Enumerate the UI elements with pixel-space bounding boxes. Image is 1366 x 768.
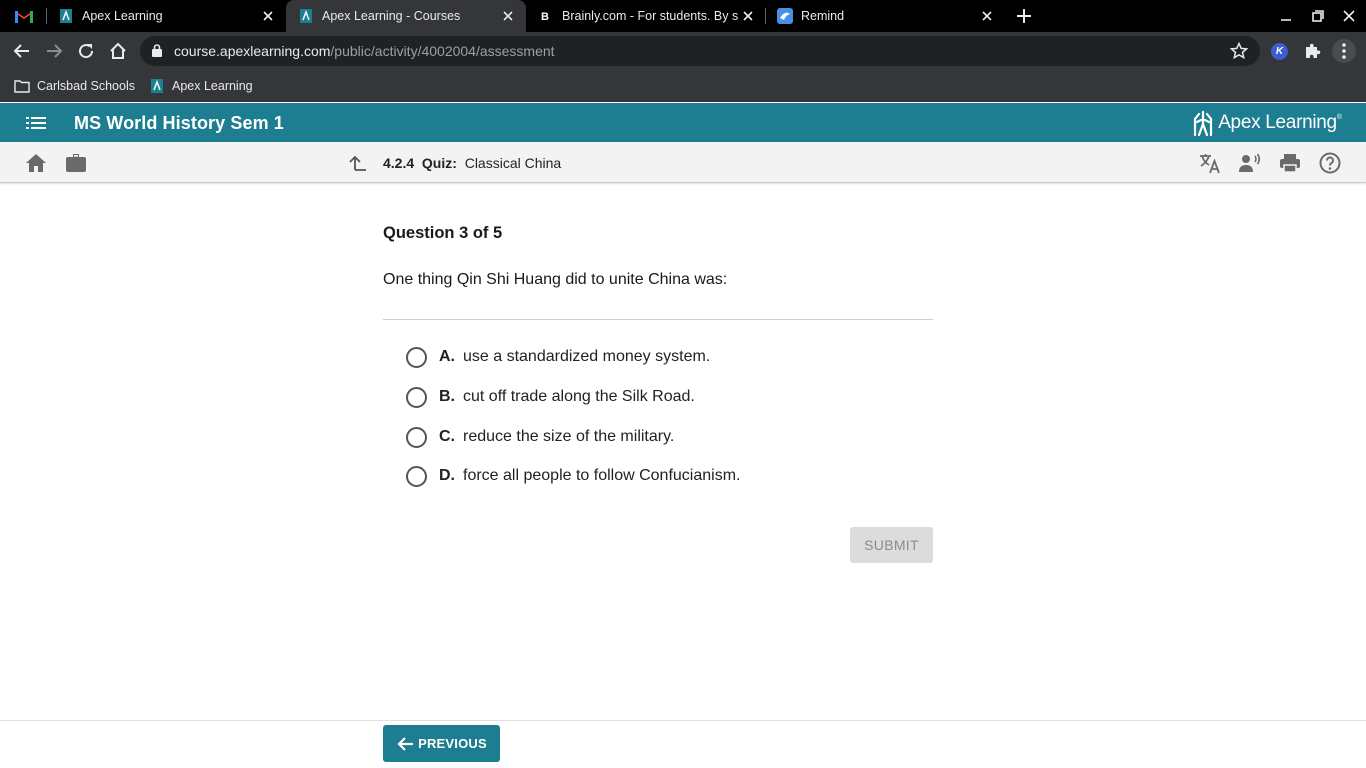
tab-title: Remind bbox=[801, 9, 845, 23]
apex-logo-trademark: ® bbox=[1336, 114, 1342, 121]
apex-favicon-icon bbox=[298, 8, 314, 24]
apex-logo-text: Apex Learning bbox=[1218, 112, 1337, 133]
folder-icon bbox=[14, 78, 30, 94]
home-icon[interactable] bbox=[106, 39, 130, 63]
new-tab-icon[interactable] bbox=[1014, 6, 1034, 26]
close-tab-icon[interactable] bbox=[258, 6, 278, 26]
lock-icon[interactable] bbox=[152, 44, 162, 62]
option-text: cut off trade along the Silk Road. bbox=[463, 388, 695, 405]
url-host: course.apexlearning.com bbox=[174, 43, 331, 59]
quiz-panel: Question 3 of 5 One thing Qin Shi Huang … bbox=[383, 224, 933, 289]
option-letter: D. bbox=[439, 467, 455, 484]
answer-option-a[interactable]: A. use a standardized money system. bbox=[406, 345, 710, 369]
up-level-icon[interactable] bbox=[347, 152, 369, 174]
option-letter: A. bbox=[439, 348, 455, 365]
arrow-left-icon bbox=[397, 736, 414, 751]
restore-icon[interactable] bbox=[1308, 6, 1328, 26]
activity-name: Classical China bbox=[464, 155, 562, 171]
option-letter: B. bbox=[439, 388, 455, 405]
submit-button[interactable]: SUBMIT bbox=[850, 527, 933, 563]
radio-button[interactable] bbox=[406, 346, 427, 368]
answer-option-b[interactable]: B. cut off trade along the Silk Road. bbox=[406, 385, 695, 409]
bookmark-label: Apex Learning bbox=[172, 79, 253, 93]
gmail-icon[interactable] bbox=[14, 8, 34, 24]
translate-icon[interactable] bbox=[1199, 152, 1221, 174]
url-path: /public/activity/4002004/assessment bbox=[330, 43, 555, 59]
radio-button[interactable] bbox=[406, 465, 427, 487]
tab-brainly[interactable]: B Brainly.com - For students. By st bbox=[526, 0, 766, 32]
footer-divider bbox=[0, 720, 1366, 721]
tab-apex-courses[interactable]: Apex Learning - Courses bbox=[286, 0, 526, 32]
print-icon[interactable] bbox=[1279, 152, 1301, 174]
close-tab-icon[interactable] bbox=[738, 6, 758, 26]
apex-favicon-icon bbox=[58, 8, 74, 24]
close-tab-icon[interactable] bbox=[498, 6, 518, 26]
text-to-speech-icon[interactable] bbox=[1239, 152, 1261, 174]
bookmark-apex-learning[interactable]: Apex Learning bbox=[149, 77, 253, 95]
close-window-icon[interactable] bbox=[1339, 6, 1359, 26]
browser-menu-icon[interactable] bbox=[1332, 39, 1356, 63]
tab-apex-learning[interactable]: Apex Learning bbox=[46, 0, 286, 32]
minimize-icon[interactable] bbox=[1276, 6, 1296, 26]
back-icon[interactable] bbox=[10, 39, 34, 63]
tab-title: Apex Learning - Courses bbox=[322, 9, 461, 23]
previous-label: PREVIOUS bbox=[418, 736, 487, 751]
question-text: One thing Qin Shi Huang did to unite Chi… bbox=[383, 271, 728, 288]
apex-logo[interactable]: Apex Learning ® bbox=[1192, 109, 1342, 137]
course-title: MS World History Sem 1 bbox=[74, 113, 284, 133]
question-progress: Question 3 of 5 bbox=[383, 224, 503, 242]
radio-button[interactable] bbox=[406, 386, 427, 408]
remind-favicon-icon bbox=[777, 8, 793, 24]
activity-toolbar: 4.2.4 Quiz: Classical China bbox=[0, 142, 1366, 183]
breadcrumb: 4.2.4 Quiz: Classical China bbox=[383, 155, 561, 171]
option-letter: C. bbox=[439, 428, 455, 445]
url-text: course.apexlearning.com/public/activity/… bbox=[174, 43, 555, 59]
bookmark-star-icon[interactable] bbox=[1229, 41, 1249, 65]
activity-type: Quiz: bbox=[421, 155, 457, 171]
option-text: reduce the size of the military. bbox=[463, 428, 675, 445]
tab-title: Brainly.com - For students. By st bbox=[562, 9, 738, 23]
apex-header: MS World History Sem 1 Apex Learning ® bbox=[0, 103, 1366, 142]
option-text: use a standardized money system. bbox=[463, 348, 711, 365]
home-icon[interactable] bbox=[25, 152, 47, 174]
answer-option-c[interactable]: C. reduce the size of the military. bbox=[406, 425, 674, 449]
answer-option-d[interactable]: D. force all people to follow Confuciani… bbox=[406, 464, 740, 488]
browser-toolbar: course.apexlearning.com/public/activity/… bbox=[0, 32, 1366, 70]
help-icon[interactable] bbox=[1319, 152, 1341, 174]
brainly-favicon-icon: B bbox=[538, 8, 554, 24]
bookmark-carlsbad-schools[interactable]: Carlsbad Schools bbox=[14, 77, 135, 95]
tab-remind[interactable]: Remind bbox=[765, 0, 1005, 32]
extensions-puzzle-icon[interactable] bbox=[1300, 39, 1324, 63]
briefcase-icon[interactable] bbox=[65, 152, 87, 174]
extension-k-icon[interactable]: K bbox=[1271, 43, 1288, 60]
forward-icon[interactable] bbox=[42, 39, 66, 63]
radio-button[interactable] bbox=[406, 426, 427, 448]
tab-title: Apex Learning bbox=[82, 9, 163, 23]
address-bar[interactable]: course.apexlearning.com/public/activity/… bbox=[140, 36, 1260, 66]
reload-icon[interactable] bbox=[74, 39, 98, 63]
previous-button[interactable]: PREVIOUS bbox=[383, 725, 500, 762]
question-divider bbox=[383, 319, 933, 320]
browser-tabstrip: Apex Learning Apex Learning - Courses B … bbox=[0, 0, 1366, 32]
apex-logo-icon bbox=[1194, 110, 1213, 136]
bookmark-label: Carlsbad Schools bbox=[37, 79, 135, 93]
svg-text:B: B bbox=[541, 11, 549, 23]
menu-list-icon[interactable] bbox=[26, 114, 46, 132]
bookmarks-bar: Carlsbad Schools Apex Learning bbox=[0, 70, 1366, 102]
activity-number: 4.2.4 bbox=[383, 155, 415, 171]
close-tab-icon[interactable] bbox=[977, 6, 997, 26]
apex-favicon-icon bbox=[149, 78, 165, 94]
option-text: force all people to follow Confucianism. bbox=[463, 467, 741, 484]
